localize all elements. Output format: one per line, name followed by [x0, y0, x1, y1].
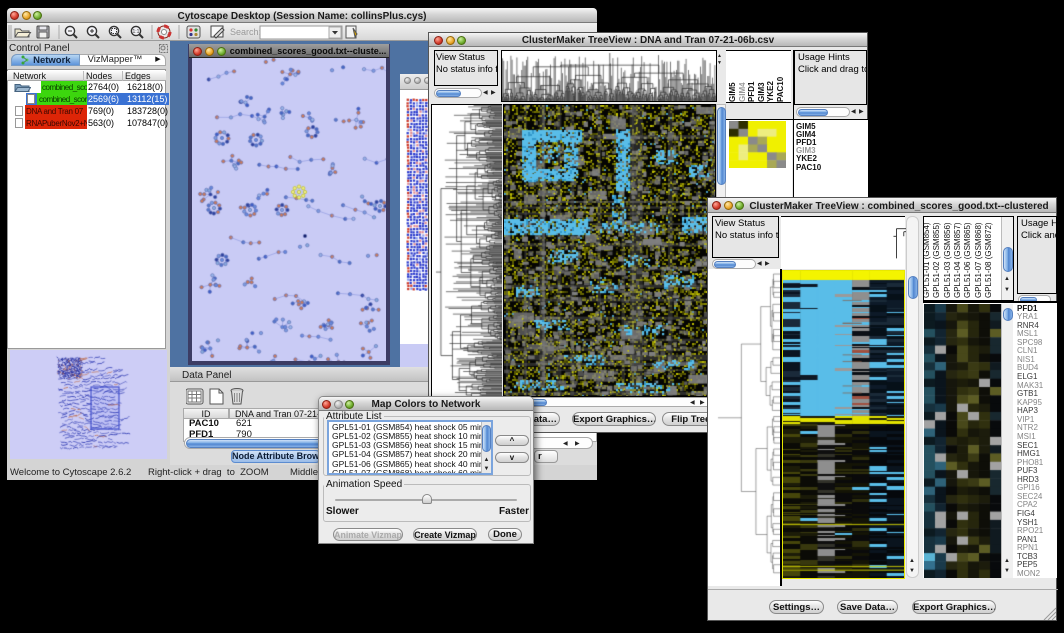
svg-text:Search:: Search:	[230, 27, 261, 37]
svg-text:1:1: 1:1	[133, 29, 140, 35]
